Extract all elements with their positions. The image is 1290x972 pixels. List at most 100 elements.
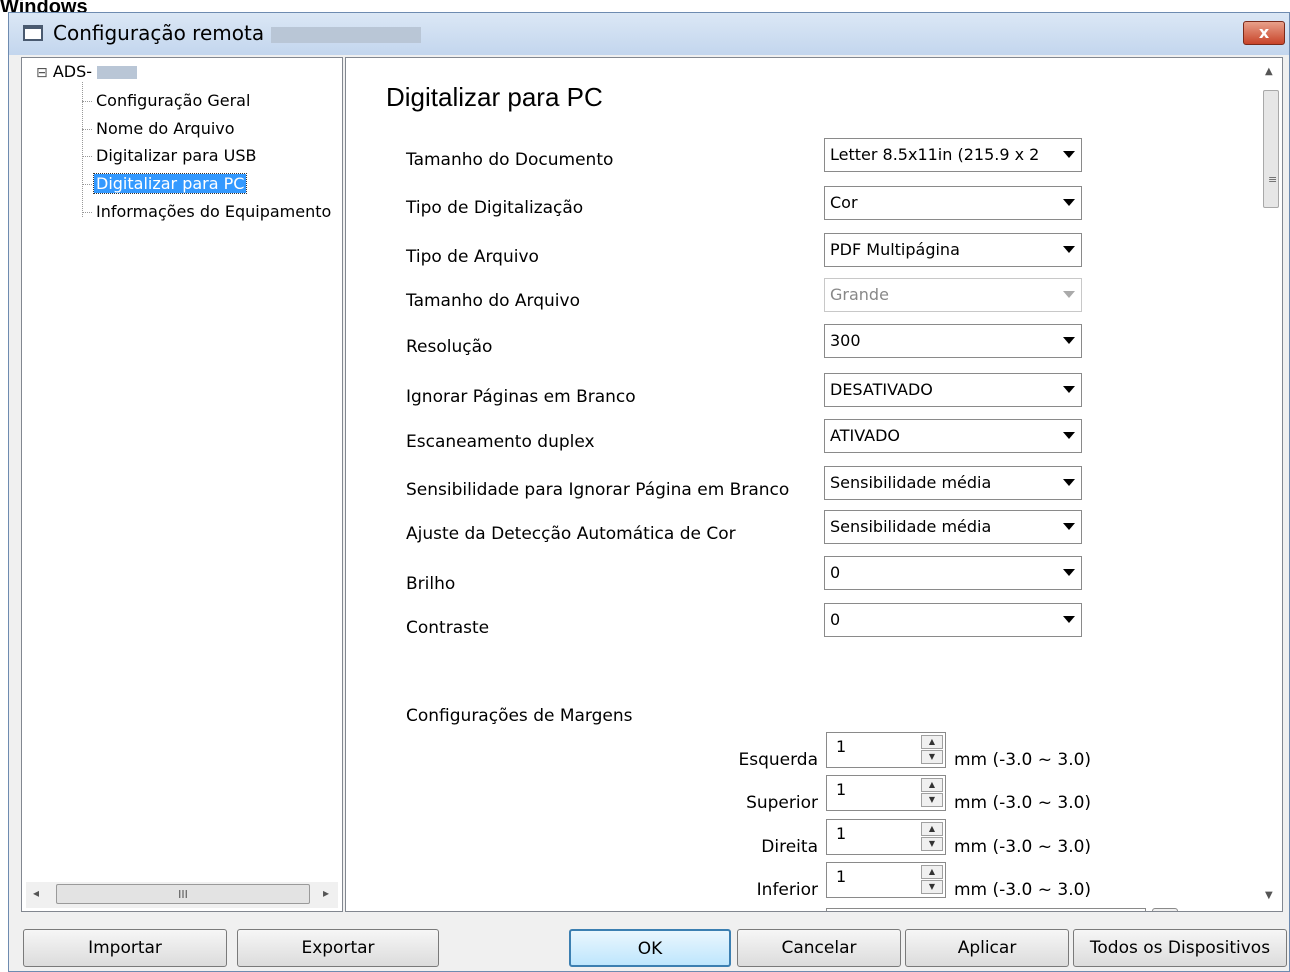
app-window-icon <box>23 25 43 41</box>
spin-down-icon[interactable]: ▼ <box>921 750 943 764</box>
label-duplex-scan: Escaneamento duplex <box>406 432 595 452</box>
tree-connector <box>82 101 92 102</box>
select-value: Cor <box>830 193 858 212</box>
margin-settings-title: Configurações de Margens <box>406 706 633 726</box>
label-contrast: Contraste <box>406 618 490 638</box>
chevron-down-icon <box>1063 386 1075 393</box>
chevron-down-icon <box>1063 246 1075 253</box>
chevron-down-icon <box>1063 337 1075 344</box>
tree-item-general-setup[interactable]: Configuração Geral <box>94 91 252 110</box>
tree-item-scan-to-pc[interactable]: Digitalizar para PC <box>92 173 248 194</box>
tree-connector <box>82 184 92 185</box>
label-brightness: Brilho <box>406 574 456 594</box>
spin-up-icon[interactable]: ▲ <box>921 865 943 879</box>
chevron-down-icon <box>1063 151 1075 158</box>
page-caption: Windows <box>0 0 88 12</box>
scroll-thumb[interactable]: III <box>56 884 310 904</box>
scroll-down-icon[interactable]: ▼ <box>1265 890 1273 901</box>
tree-connector <box>82 129 92 130</box>
spin-down-icon[interactable]: ▼ <box>921 837 943 851</box>
label-auto-color-detect: Ajuste da Detecção Automática de Cor <box>406 524 736 544</box>
contrast-select[interactable]: 0 <box>824 603 1082 637</box>
scroll-up-icon[interactable]: ▲ <box>1265 66 1273 77</box>
tree-root-label: ADS- <box>52 62 93 81</box>
spin-value: 1 <box>836 737 847 756</box>
duplex-scan-select[interactable]: ATIVADO <box>824 419 1082 453</box>
margin-right-label: Direita <box>761 837 818 857</box>
title-bar[interactable]: Configuração remota - x <box>9 13 1289 55</box>
file-type-select[interactable]: PDF Multipágina <box>824 233 1082 267</box>
brightness-select[interactable]: 0 <box>824 556 1082 590</box>
select-value: Sensibilidade média <box>830 473 992 492</box>
label-skip-blank-page: Ignorar Páginas em Branco <box>406 387 636 407</box>
document-size-select[interactable]: Letter 8.5x11in (215.9 x 2 <box>824 138 1082 172</box>
spin-value: 1 <box>836 824 847 843</box>
scroll-thumb[interactable]: ≡ <box>1263 90 1279 208</box>
chevron-down-icon <box>1063 432 1075 439</box>
chevron-down-icon <box>1063 523 1075 530</box>
scroll-left-icon[interactable]: ◂ <box>28 886 44 900</box>
select-value: Sensibilidade média <box>830 517 992 536</box>
resolution-select[interactable]: 300 <box>824 324 1082 358</box>
spin-value: 1 <box>836 780 847 799</box>
label-blank-page-sensitivity: Sensibilidade para Ignorar Página em Bra… <box>406 480 790 500</box>
spin-up-icon[interactable]: ▲ <box>921 778 943 792</box>
tree-item-file-name[interactable]: Nome do Arquivo <box>94 119 237 138</box>
margin-right-unit: mm (-3.0 ~ 3.0) <box>954 837 1092 857</box>
margin-right-input[interactable]: 1 ▲ ▼ <box>826 819 946 855</box>
tree-item-scan-to-usb[interactable]: Digitalizar para USB <box>94 146 258 165</box>
page-title: Digitalizar para PC <box>386 82 603 112</box>
margin-bottom-label: Inferior <box>756 880 818 900</box>
tree-connector <box>82 82 83 217</box>
cancel-button[interactable]: Cancelar <box>737 929 901 967</box>
blank-page-sensitivity-select[interactable]: Sensibilidade média <box>824 466 1082 500</box>
tree-connector <box>82 156 92 157</box>
all-devices-button[interactable]: Todos os Dispositivos <box>1073 929 1287 967</box>
select-value: 0 <box>830 610 841 629</box>
spin-up-icon[interactable]: ▲ <box>921 735 943 749</box>
chevron-down-icon <box>1063 199 1075 206</box>
select-value: PDF Multipágina <box>830 240 960 259</box>
settings-panel: Digitalizar para PC Tamanho do Documento… <box>345 57 1283 912</box>
tree-horizontal-scrollbar[interactable]: ◂ III ▸ <box>26 882 338 908</box>
label-scan-type: Tipo de Digitalização <box>406 198 584 218</box>
margin-top-input[interactable]: 1 ▲ ▼ <box>826 775 946 811</box>
spin-down-icon[interactable]: ▼ <box>921 880 943 894</box>
skip-blank-page-select[interactable]: DESATIVADO <box>824 373 1082 407</box>
select-value: Letter 8.5x11in (215.9 x 2 <box>830 145 1040 164</box>
label-resolution: Resolução <box>406 337 493 357</box>
margin-top-unit: mm (-3.0 ~ 3.0) <box>954 793 1092 813</box>
redacted-device-name <box>271 27 421 43</box>
auto-color-detect-select[interactable]: Sensibilidade média <box>824 510 1082 544</box>
close-button[interactable]: x <box>1243 21 1285 45</box>
tree-connector <box>82 212 92 213</box>
partial-field[interactable] <box>826 908 1146 911</box>
select-value: Grande <box>830 285 889 304</box>
collapse-icon[interactable]: ⊟ <box>36 65 48 81</box>
apply-button[interactable]: Aplicar <box>905 929 1069 967</box>
margin-top-label: Superior <box>746 793 818 813</box>
scan-type-select[interactable]: Cor <box>824 186 1082 220</box>
spin-up-icon[interactable]: ▲ <box>921 822 943 836</box>
select-value: 300 <box>830 331 861 350</box>
chevron-down-icon <box>1063 479 1075 486</box>
remote-setup-window: Configuração remota - x ⊟ ADS- Configura… <box>8 12 1290 972</box>
select-value: DESATIVADO <box>830 380 933 399</box>
chevron-down-icon <box>1063 616 1075 623</box>
scroll-right-icon[interactable]: ▸ <box>318 886 334 900</box>
tree-root[interactable]: ⊟ ADS- <box>36 62 138 81</box>
tree-item-machine-info[interactable]: Informações do Equipamento <box>94 202 342 221</box>
spin-down-icon[interactable]: ▼ <box>921 793 943 807</box>
ok-button[interactable]: OK <box>569 929 731 967</box>
export-button[interactable]: Exportar <box>237 929 439 967</box>
label-file-type: Tipo de Arquivo <box>406 247 539 267</box>
settings-vertical-scrollbar[interactable]: ▲ ≡ ▼ <box>1262 62 1280 908</box>
margin-left-input[interactable]: 1 ▲ ▼ <box>826 732 946 768</box>
navigation-tree: ⊟ ADS- Configuração Geral Nome do Arquiv… <box>21 57 343 912</box>
import-button[interactable]: Importar <box>23 929 227 967</box>
margin-bottom-input[interactable]: 1 ▲ ▼ <box>826 862 946 898</box>
partial-browse-button[interactable] <box>1152 908 1178 911</box>
margin-bottom-unit: mm (-3.0 ~ 3.0) <box>954 880 1092 900</box>
redacted-model <box>97 66 138 79</box>
select-value: ATIVADO <box>830 426 900 445</box>
